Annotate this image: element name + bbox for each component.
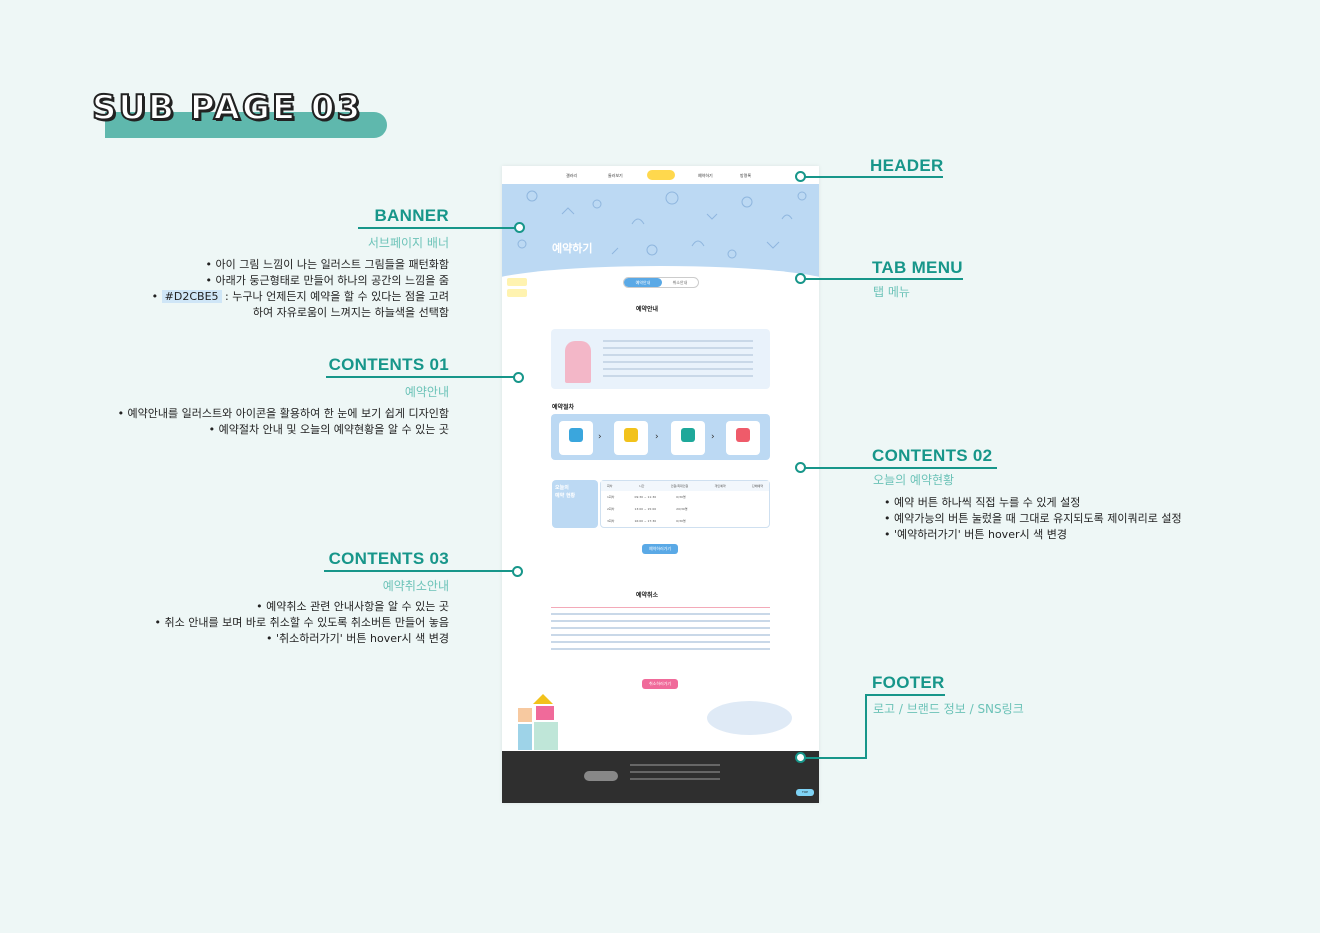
header-label: HEADER [870, 156, 944, 175]
blocks-illustration [518, 694, 560, 750]
desc-line: • 예약취소 관련 안내사항을 알 수 있는 곳 [256, 600, 449, 613]
mock-tabs: 예약안내 취소안내 [623, 277, 699, 288]
table-row: 2회차 13:00 ~ 15:00 20/30명 [601, 503, 769, 515]
mock-footer: TOP [502, 751, 819, 803]
tab-menu-sublabel: 탭 메뉴 [873, 285, 910, 299]
contents03-dot [512, 566, 523, 577]
desc-line: • '예약하러가기' 버튼 hover시 색 변경 [884, 528, 1067, 541]
mock-banner-title: 예약하기 [552, 242, 593, 255]
td: 2회차 [607, 507, 615, 511]
mock-nav-item[interactable]: 예약하기 [698, 173, 713, 179]
step-card [614, 421, 648, 455]
step-card [671, 421, 705, 455]
chevron-right-icon: › [655, 432, 659, 442]
contents03-line [324, 570, 513, 572]
today-table: 회차 시간 인원/최대인원 개인예약 단체예약 1회차 09:30 ~ 11:3… [600, 480, 770, 528]
banner-label: BANNER [374, 206, 449, 225]
footer-logo[interactable] [584, 771, 618, 781]
mock-logo[interactable] [647, 170, 675, 180]
page-mockup: 갤러리 둘러보기 예약하기 방명록 예약하기 예약안내 취소안내 예약안내 예약… [502, 166, 819, 803]
desc-line: • 예약절차 안내 및 오늘의 예약현황을 알 수 있는 곳 [208, 423, 449, 436]
tab-line [805, 278, 963, 280]
td: 1회차 [607, 495, 615, 499]
cancel-button[interactable]: 취소하러가기 [642, 679, 678, 689]
desc-line: • #D2CBE5 : 누구나 언제든지 예약을 할 수 있다는 점을 고려 [151, 290, 449, 303]
footer-label: FOOTER [872, 673, 945, 692]
desc-line: • 취소 안내를 보며 바로 취소할 수 있도록 취소버튼 만들어 놓음 [154, 616, 449, 629]
desc-line: • '취소하러가기' 버튼 hover시 색 변경 [266, 632, 449, 645]
mock-section-steps: 예약절차 [552, 404, 575, 411]
cancel-info-list [551, 607, 770, 669]
color-code: #D2CBE5 [161, 290, 222, 303]
th: 단체예약 [751, 484, 763, 488]
footer-sublabel: 로고 / 브랜드 정보 / SNS링크 [873, 702, 1024, 716]
td: 16:00 ~ 17:30 [634, 519, 657, 523]
contents01-sublabel: 예약안내 [404, 385, 449, 399]
step-card [726, 421, 760, 455]
today-label: 예약 현황 [555, 493, 576, 499]
contents02-sublabel: 오늘의 예약현황 [873, 473, 955, 487]
desc-text: : 누구나 언제든지 예약을 할 수 있다는 점을 고려 [225, 290, 449, 303]
desc-line: • 아래가 둥근형태로 만들어 하나의 공간의 느낌을 줌 [205, 274, 449, 287]
mock-nav-item[interactable]: 방명록 [740, 173, 751, 179]
th: 시간 [638, 484, 645, 488]
contents01-line [326, 376, 514, 378]
contents03-label: CONTENTS 03 [328, 549, 449, 568]
girl-illustration [565, 341, 591, 383]
chevron-right-icon: › [598, 432, 602, 442]
banner-description: • 아이 그림 느낌이 나는 일러스트 그림들을 패턴화함 • 아래가 둥근형태… [120, 257, 449, 321]
td: 20/30명 [676, 507, 688, 511]
contents03-description: • 예약취소 관련 안내사항을 알 수 있는 곳 • 취소 안내를 보며 바로 … [90, 599, 449, 647]
td: 3회차 [607, 519, 615, 523]
desc-line: • 아이 그림 느낌이 나는 일러스트 그림들을 패턴화함 [205, 258, 449, 271]
step-card [559, 421, 593, 455]
contents02-label: CONTENTS 02 [872, 446, 993, 465]
desc-line: • 예약 버튼 하나씩 직접 누를 수 있게 설정 [884, 496, 1081, 509]
contents01-label: CONTENTS 01 [328, 355, 449, 374]
footer-line-v [865, 694, 867, 759]
contents02-line [805, 467, 997, 469]
table-row: 3회차 16:00 ~ 17:30 0/30명 [601, 515, 769, 527]
desc-line: • 예약가능의 버튼 눌렀을 때 그대로 유지되도록 제이쿼리로 설정 [884, 512, 1182, 525]
td: 09:30 ~ 11:30 [634, 495, 657, 499]
contents02-description: • 예약 버튼 하나씩 직접 누를 수 있게 설정 • 예약가능의 버튼 눌렀을… [884, 495, 1284, 543]
banner-sublabel: 서브페이지 배너 [367, 236, 449, 250]
td: 0/30명 [676, 495, 686, 499]
chevron-right-icon: › [711, 432, 715, 442]
td: 0/30명 [676, 519, 686, 523]
footer-info [630, 759, 720, 785]
td: 13:00 ~ 15:00 [634, 507, 657, 511]
desc-line: 하여 자유로움이 느껴지는 하늘색을 선택함 [252, 306, 449, 319]
contents01-description: • 예약안내를 일러스트와 아이콘을 활용하여 한 눈에 보기 쉽게 디자인함 … [60, 406, 449, 438]
tab-reserve-info[interactable]: 예약안내 [624, 278, 662, 287]
mock-section-cancel: 예약취소 [636, 592, 659, 599]
th: 인원/최대인원 [670, 484, 689, 488]
today-label: 오늘의 [555, 485, 569, 491]
contents01-dot [513, 372, 524, 383]
side-quick-link[interactable] [507, 289, 527, 297]
footer-line-h [805, 757, 867, 759]
top-button[interactable]: TOP [796, 789, 814, 796]
th: 회차 [607, 484, 613, 488]
side-quick-link[interactable] [507, 278, 527, 286]
header-line [805, 176, 943, 178]
table-row: 1회차 09:30 ~ 11:30 0/30명 [601, 491, 769, 503]
footer-line-top [865, 694, 945, 696]
banner-dot [514, 222, 525, 233]
mock-nav-item[interactable]: 갤러리 [566, 173, 577, 179]
th: 개인예약 [714, 484, 726, 488]
mock-nav-item[interactable]: 둘러보기 [608, 173, 623, 179]
reserve-button[interactable]: 예약하러가기 [642, 544, 678, 554]
bubble-illustration [707, 701, 792, 735]
tab-menu-label: TAB MENU [872, 258, 963, 277]
mock-section-reserve: 예약안내 [636, 306, 659, 313]
page-title: SUB PAGE 03 [91, 87, 363, 129]
contents03-sublabel: 예약취소안내 [382, 579, 449, 593]
tab-cancel-info[interactable]: 취소안내 [662, 278, 698, 287]
today-status-card: 오늘의 예약 현황 [552, 480, 598, 528]
reserve-info-box [551, 329, 770, 389]
banner-line [358, 227, 515, 229]
desc-line: • 예약안내를 일러스트와 아이콘을 활용하여 한 눈에 보기 쉽게 디자인함 [117, 407, 449, 420]
mock-header: 갤러리 둘러보기 예약하기 방명록 [502, 166, 819, 184]
